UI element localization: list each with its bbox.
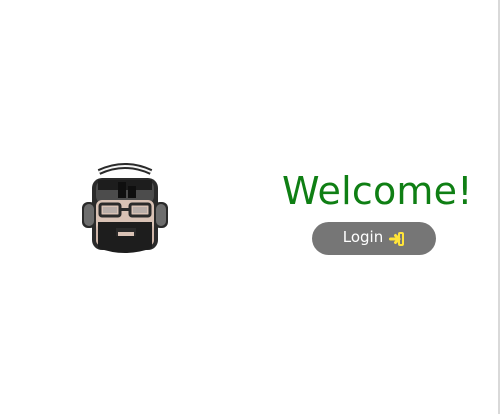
- login-button[interactable]: Login: [312, 222, 436, 255]
- pixel-avatar-icon: [82, 163, 168, 253]
- avatar: [74, 162, 176, 258]
- welcome-heading: Welcome!: [282, 169, 473, 213]
- sign-in-icon: [389, 231, 405, 247]
- login-label: Login: [342, 228, 384, 246]
